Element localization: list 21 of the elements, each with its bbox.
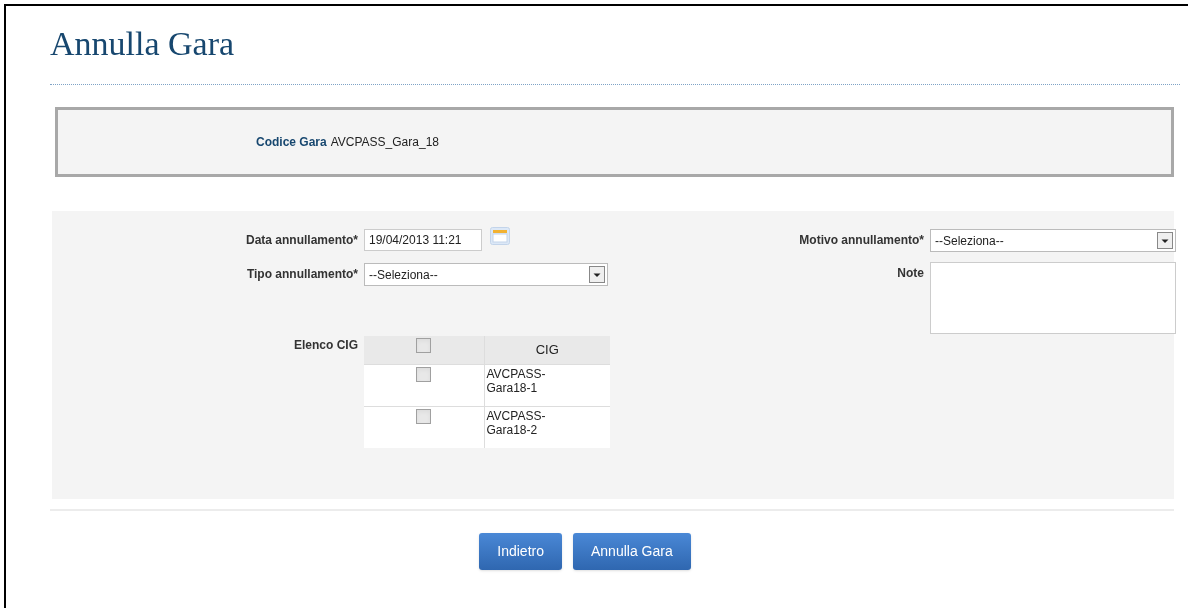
field-label: Data annullamento* xyxy=(244,232,358,249)
dropdown-field[interactable]: --Seleziona-- xyxy=(364,263,608,286)
table-cell: AVCPASS- Gara18-1 xyxy=(484,364,610,406)
checkbox[interactable] xyxy=(416,366,432,382)
page-title: Annulla Gara xyxy=(50,24,236,64)
cancel-tender-button[interactable]: Annulla Gara xyxy=(573,533,691,570)
checkbox[interactable] xyxy=(416,338,432,353)
table-header: CIG xyxy=(484,336,610,364)
table-cell: AVCPASS- Gara18-2 xyxy=(484,406,610,448)
calendar-icon[interactable] xyxy=(490,227,510,245)
note-field[interactable] xyxy=(930,262,1176,334)
back-button[interactable]: Indietro xyxy=(479,533,562,570)
field-label: Note xyxy=(896,265,924,282)
field-label: Elenco CIG xyxy=(293,337,358,354)
field-label: Tipo annullamento* xyxy=(245,266,358,283)
field-label: Motivo annullamento* xyxy=(798,232,924,249)
dropdown-field[interactable]: --Seleziona-- xyxy=(930,229,1176,252)
date-field[interactable]: 19/04/2013 11:21 xyxy=(364,229,482,251)
info-value: AVCPASS_Gara_18 xyxy=(330,134,439,151)
checkbox[interactable] xyxy=(416,408,432,424)
info-label: Codice Gara xyxy=(256,134,327,151)
